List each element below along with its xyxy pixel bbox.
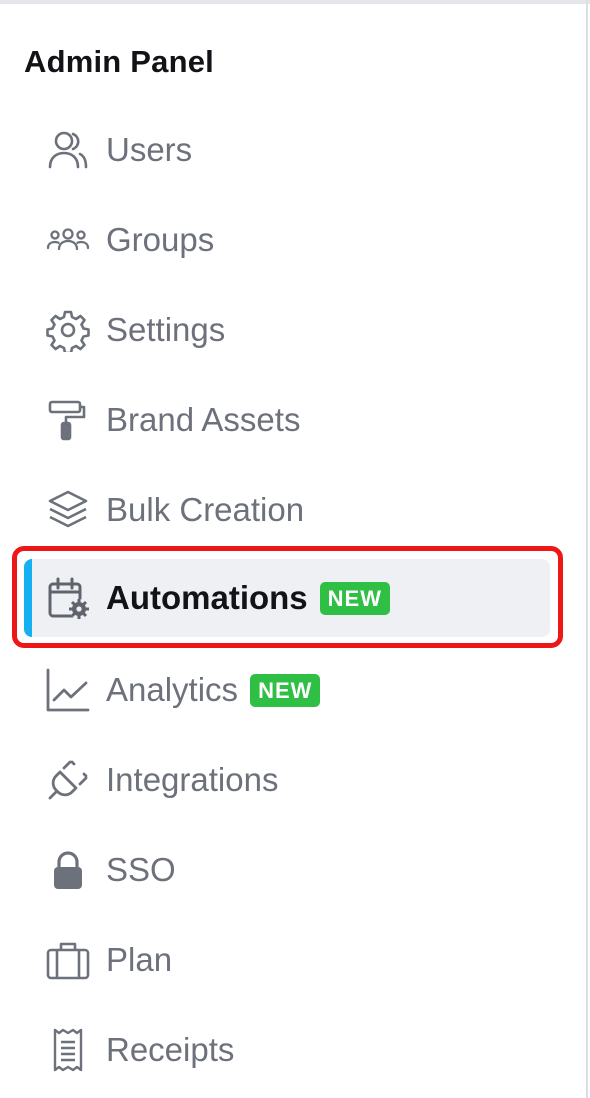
- sidebar-item-analytics[interactable]: Analytics NEW: [24, 651, 550, 729]
- sidebar-item-groups[interactable]: Groups: [24, 201, 550, 279]
- sidebar-item-brand-assets[interactable]: Brand Assets: [24, 381, 550, 459]
- receipt-icon: [44, 1026, 92, 1074]
- sidebar-item-label: Plan: [106, 941, 173, 978]
- top-divider: [0, 0, 590, 4]
- sidebar-item-label: Settings: [106, 311, 226, 348]
- sidebar-item-plan[interactable]: Plan: [24, 921, 550, 999]
- lock-icon: [44, 846, 92, 894]
- sidebar-item-receipts[interactable]: Receipts: [24, 1011, 550, 1089]
- admin-sidebar: Admin Panel Users Groups Settings Brand …: [0, 0, 590, 1098]
- paint-roller-icon: [44, 396, 92, 444]
- sidebar-item-label: Bulk Creation: [106, 491, 305, 528]
- sidebar-item-label: Automations: [106, 579, 308, 616]
- active-indicator: [24, 559, 32, 637]
- users-icon: [44, 126, 92, 174]
- panel-title: Admin Panel: [24, 44, 214, 79]
- sidebar-item-label: Integrations: [106, 761, 279, 798]
- sidebar-item-label: Analytics: [106, 671, 239, 708]
- sidebar-item-label: SSO: [106, 851, 176, 888]
- plug-icon: [44, 756, 92, 804]
- new-badge: NEW: [250, 673, 321, 707]
- line-chart-icon: [44, 666, 92, 714]
- sidebar-item-label: Receipts: [106, 1031, 235, 1068]
- groups-icon: [44, 216, 92, 264]
- sidebar-item-sso[interactable]: SSO: [24, 831, 550, 909]
- briefcase-icon: [44, 936, 92, 984]
- layers-icon: [44, 486, 92, 534]
- sidebar-item-bulk-creation[interactable]: Bulk Creation: [24, 471, 550, 549]
- sidebar-item-label: Groups: [106, 221, 215, 258]
- right-divider: [586, 0, 588, 1098]
- calendar-gear-icon: [44, 574, 92, 622]
- sidebar-item-users[interactable]: Users: [24, 111, 550, 189]
- sidebar-item-settings[interactable]: Settings: [24, 291, 550, 369]
- sidebar-item-integrations[interactable]: Integrations: [24, 741, 550, 819]
- sidebar-item-automations[interactable]: Automations NEW: [24, 559, 550, 637]
- gear-icon: [44, 306, 92, 354]
- sidebar-item-label: Brand Assets: [106, 401, 301, 438]
- new-badge: NEW: [319, 581, 390, 615]
- sidebar-item-label: Users: [106, 131, 193, 168]
